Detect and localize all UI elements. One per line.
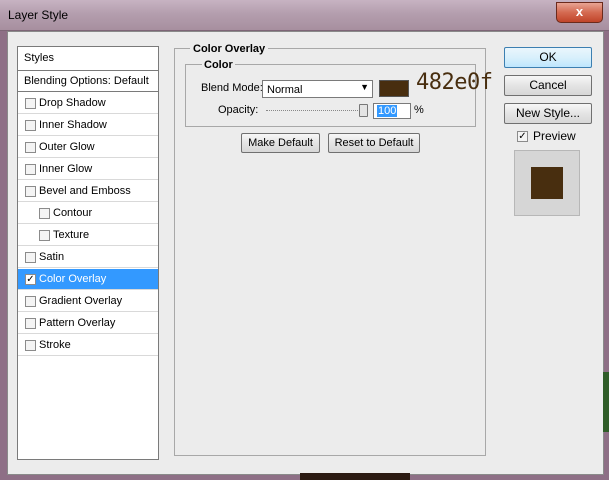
style-item-satin[interactable]: Satin xyxy=(18,247,158,268)
style-item-gradient-overlay[interactable]: Gradient Overlay xyxy=(18,291,158,312)
style-item-blending-options-default[interactable]: Blending Options: Default xyxy=(18,71,158,92)
group-title: Color Overlay xyxy=(190,43,269,55)
preview-box xyxy=(514,150,580,216)
style-item-styles[interactable]: Styles xyxy=(18,47,158,71)
style-item-label: Inner Shadow xyxy=(39,119,107,131)
style-item-pattern-overlay[interactable]: Pattern Overlay xyxy=(18,313,158,334)
opacity-input[interactable]: 100 xyxy=(373,103,411,119)
style-item-label: Pattern Overlay xyxy=(39,317,116,329)
checkbox-icon[interactable] xyxy=(25,98,36,109)
make-default-button[interactable]: Make Default xyxy=(241,133,320,153)
style-item-color-overlay[interactable]: ✓ Color Overlay xyxy=(18,269,158,290)
style-item-label: Satin xyxy=(39,251,65,263)
preview-swatch xyxy=(531,167,563,199)
style-item-label: Color Overlay xyxy=(39,273,107,285)
checkbox-icon[interactable] xyxy=(39,208,50,219)
style-item-label: Inner Glow xyxy=(39,163,93,175)
ok-button[interactable]: OK xyxy=(504,47,592,68)
hex-annotation: 482e0f xyxy=(416,70,493,95)
background-edge-bottom xyxy=(300,473,410,480)
opacity-value: 100 xyxy=(377,105,398,117)
checkbox-icon[interactable] xyxy=(25,186,36,197)
opacity-unit: % xyxy=(414,104,424,116)
style-item-label: Contour xyxy=(53,207,93,219)
style-item-outer-glow[interactable]: Outer Glow xyxy=(18,137,158,158)
opacity-label: Opacity: xyxy=(218,104,259,116)
reset-to-default-button[interactable]: Reset to Default xyxy=(328,133,420,153)
checkbox-icon[interactable] xyxy=(39,230,50,241)
styles-list: Styles Blending Options: Default Drop Shad… xyxy=(17,46,159,460)
opacity-slider-thumb[interactable] xyxy=(359,104,368,117)
chevron-down-icon: ▼ xyxy=(360,82,369,92)
style-item-stroke[interactable]: Stroke xyxy=(18,335,158,356)
style-item-label: Texture xyxy=(53,229,90,241)
checkbox-icon[interactable] xyxy=(25,142,36,153)
style-item-inner-shadow[interactable]: Inner Shadow xyxy=(18,115,158,136)
style-item-texture[interactable]: Texture xyxy=(18,225,158,246)
style-item-bevel-and-emboss[interactable]: Bevel and Emboss xyxy=(18,181,158,202)
preview-label: Preview xyxy=(533,129,576,143)
style-item-label: Blending Options: Default xyxy=(24,75,149,87)
style-item-label: Gradient Overlay xyxy=(39,295,123,307)
window-title: Layer Style xyxy=(8,8,69,22)
style-item-label: Bevel and Emboss xyxy=(39,185,131,197)
close-icon: x xyxy=(575,4,584,19)
cancel-button[interactable]: Cancel xyxy=(504,75,592,96)
overlay-color-swatch[interactable] xyxy=(379,80,409,97)
checkbox-icon[interactable] xyxy=(25,164,36,175)
checkbox-checked-icon[interactable]: ✓ xyxy=(25,274,36,285)
style-item-label: Outer Glow xyxy=(39,141,95,153)
checkbox-icon[interactable] xyxy=(25,252,36,263)
style-item-inner-glow[interactable]: Inner Glow xyxy=(18,159,158,180)
style-item-label: Drop Shadow xyxy=(39,97,106,109)
style-item-contour[interactable]: Contour xyxy=(18,203,158,224)
background-edge xyxy=(603,372,609,432)
opacity-slider-track[interactable] xyxy=(266,110,366,112)
checkbox-icon[interactable] xyxy=(25,340,36,351)
checkbox-icon[interactable] xyxy=(25,318,36,329)
title-bar: Layer Style x xyxy=(0,0,609,31)
style-item-drop-shadow[interactable]: Drop Shadow xyxy=(18,93,158,114)
close-button[interactable]: x xyxy=(556,2,603,23)
style-item-label: Stroke xyxy=(39,339,71,351)
preview-checkbox[interactable]: ✓ xyxy=(517,130,528,142)
checkbox-icon[interactable] xyxy=(25,296,36,307)
blend-mode-value: Normal xyxy=(267,84,303,96)
checkbox-icon[interactable] xyxy=(25,120,36,131)
blend-mode-select[interactable]: Normal ▼ xyxy=(262,80,373,98)
blend-mode-label: Blend Mode: xyxy=(201,82,263,94)
subgroup-title: Color xyxy=(202,59,235,71)
checkmark-icon: ✓ xyxy=(517,130,528,142)
style-item-label: Styles xyxy=(24,52,54,64)
new-style-button[interactable]: New Style... xyxy=(504,103,592,124)
